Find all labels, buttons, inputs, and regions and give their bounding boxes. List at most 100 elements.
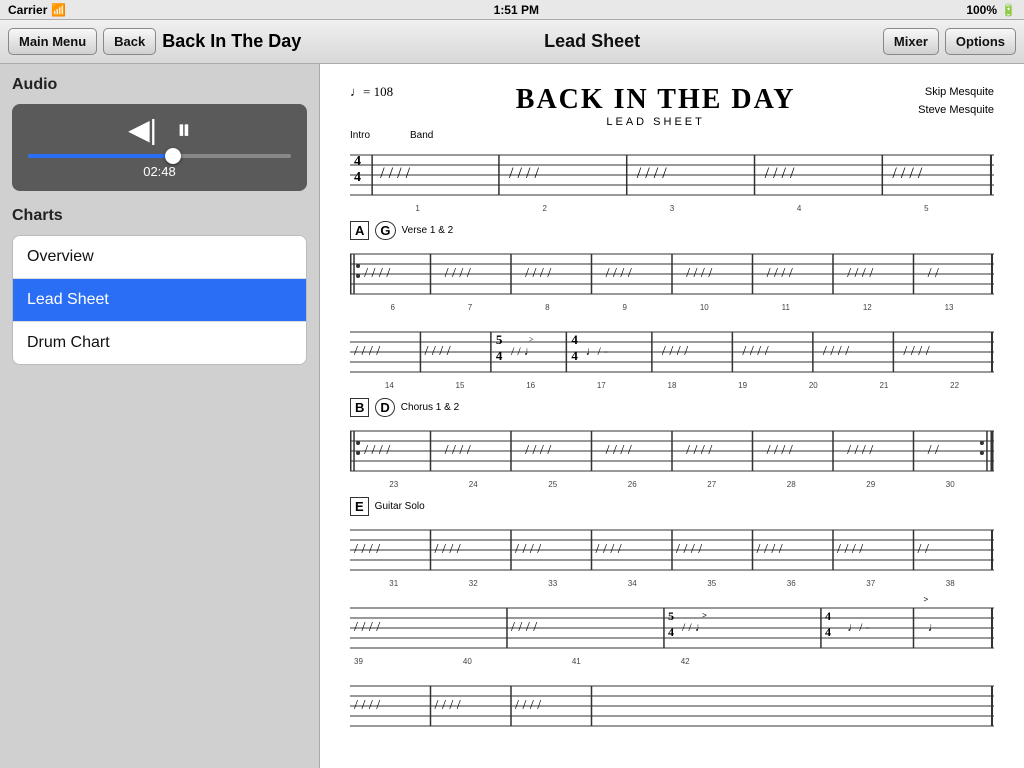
svg-text:/ /: / /	[928, 265, 939, 281]
section-marker-d: D	[375, 398, 394, 417]
music-section-bridge2: 5 4 4 4 / / / / / / / / / / ♩ > ♩/ - ♩ >	[350, 596, 994, 666]
sheet-tempo: ♩= 108	[350, 84, 393, 100]
staff-verse: / / / / / / / / / / / / / / / / / / / / …	[350, 242, 994, 297]
svg-text:/ / / /: / / / /	[847, 442, 873, 458]
status-time: 1:51 PM	[494, 3, 539, 17]
svg-text:5: 5	[668, 609, 674, 623]
section-marker-e: E	[350, 497, 369, 516]
section-marker-g: G	[375, 221, 395, 240]
svg-text:4: 4	[825, 609, 831, 623]
svg-text:/ / / /: / / / /	[445, 442, 471, 458]
nav-right: Mixer Options	[883, 28, 1016, 55]
slider-thumb	[165, 148, 181, 164]
status-bar: Carrier 📶 1:51 PM 100% 🔋	[0, 0, 1024, 20]
sheet-main-title: BACK IN THE DAY	[393, 84, 918, 116]
svg-text:/ / / /: / / / /	[354, 343, 380, 359]
svg-text:>: >	[529, 335, 534, 344]
svg-text:/ / / /: / / / /	[662, 343, 688, 359]
svg-text:♩/ -: ♩/ -	[847, 620, 869, 634]
svg-text:/ / / /: / / / /	[823, 343, 849, 359]
chorus-label: Chorus 1 & 2	[401, 402, 459, 413]
bar-numbers-bridge2: 39404142	[350, 657, 994, 666]
player-time: 02:48	[24, 164, 295, 179]
chart-list: Overview Lead Sheet Drum Chart	[12, 235, 307, 365]
player-controls: ◀︎| ⏸	[24, 116, 295, 144]
composer1: Skip Mesquite	[918, 84, 994, 102]
carrier-text: Carrier	[8, 3, 47, 17]
music-section-bridge: 5 4 4 4 / / / / / / / / / / ♩ > ♩/ - /	[350, 320, 994, 390]
svg-text:/ / / /: / / / /	[364, 265, 390, 281]
svg-text:/ / / /: / / / /	[686, 265, 712, 281]
battery-icon: 🔋	[1001, 3, 1016, 17]
staff-bridge2: 5 4 4 4 / / / / / / / / / / ♩ > ♩/ - ♩ >	[350, 596, 994, 651]
svg-text:/ / / /: / / / /	[515, 541, 541, 557]
svg-text:/ / / /: / / / /	[767, 265, 793, 281]
main-menu-button[interactable]: Main Menu	[8, 28, 97, 55]
svg-text:/ / / /: / / / /	[903, 343, 929, 359]
svg-text:/ /: / /	[918, 541, 929, 557]
nav-left: Main Menu Back Back In The Day	[8, 28, 301, 55]
svg-text:/ / / /: / / / /	[847, 265, 873, 281]
chart-item-drum-chart[interactable]: Drum Chart	[13, 322, 306, 364]
svg-text:/ / / /: / / / /	[765, 165, 796, 182]
bar-numbers-guitar-solo: 3132333435363738	[350, 579, 994, 588]
bar-numbers-intro: 12345	[350, 204, 994, 213]
verse-label: Verse 1 & 2	[402, 225, 454, 236]
svg-text:/ / / /: / / / /	[525, 265, 551, 281]
svg-text:/ / / /: / / / /	[509, 165, 540, 182]
svg-text:4: 4	[571, 348, 578, 363]
svg-text:5: 5	[496, 332, 503, 347]
pause-button[interactable]: ⏸	[177, 116, 191, 144]
seek-slider-area[interactable]	[24, 154, 295, 158]
composer2: Steve Mesquite	[918, 102, 994, 120]
svg-text:/ / / /: / / / /	[837, 541, 863, 557]
battery-area: 100% 🔋	[966, 3, 1016, 17]
svg-text:/ / / /: / / / /	[354, 697, 380, 713]
svg-text:♩: ♩	[928, 620, 940, 634]
svg-text:/ / / /: / / / /	[637, 165, 668, 182]
chart-item-lead-sheet[interactable]: Lead Sheet	[13, 279, 306, 322]
section-marker-a: A	[350, 221, 369, 240]
svg-text:4: 4	[496, 348, 503, 363]
wifi-icon: 📶	[51, 3, 66, 17]
rewind-button[interactable]: ◀︎|	[128, 116, 157, 144]
svg-text:/ / / /: / / / /	[445, 265, 471, 281]
nav-title-left: Back In The Day	[162, 31, 301, 52]
charts-section-title: Charts	[12, 207, 307, 225]
svg-text:4: 4	[354, 169, 361, 185]
svg-text:/ / / /: / / / /	[525, 442, 551, 458]
svg-text:/ / ♩: / / ♩	[682, 620, 707, 634]
audio-player: ◀︎| ⏸ 02:48	[12, 104, 307, 191]
slider-track	[28, 154, 291, 158]
svg-text:♩/ -: ♩/ -	[585, 344, 607, 358]
chart-item-overview[interactable]: Overview	[13, 236, 306, 279]
staff-guitar-solo: / / / / / / / / / / / / / / / / / / / / …	[350, 518, 994, 573]
staff-chorus: / / / / / / / / / / / / / / / / / / / / …	[350, 419, 994, 474]
svg-text:/ / / /: / / / /	[354, 541, 380, 557]
carrier-signal: Carrier 📶	[8, 3, 66, 17]
svg-text:>: >	[924, 596, 929, 604]
sheet-music-panel: ♩= 108 BACK IN THE DAY LEAD SHEET Skip M…	[320, 64, 1024, 768]
back-button[interactable]: Back	[103, 28, 156, 55]
svg-text:/ / / /: / / / /	[511, 619, 537, 635]
music-section-guitar-solo: E Guitar Solo / / / / / / / / / / / /	[350, 497, 994, 588]
music-section-last: / / / / / / / / / / / /	[350, 674, 994, 734]
bar-numbers-verse: 678910111213	[350, 303, 994, 312]
music-section-chorus: B D Chorus 1 & 2	[350, 398, 994, 489]
options-button[interactable]: Options	[945, 28, 1016, 55]
intro-label: Intro	[350, 130, 370, 141]
svg-text:/ / / /: / / / /	[606, 442, 632, 458]
mixer-button[interactable]: Mixer	[883, 28, 939, 55]
nav-bar: Main Menu Back Back In The Day Lead Shee…	[0, 20, 1024, 64]
nav-center-title: Lead Sheet	[301, 31, 883, 52]
staff-intro: 4 4 / / / / / / / /	[350, 143, 994, 198]
svg-text:/ / / /: / / / /	[767, 442, 793, 458]
svg-text:/ / / /: / / / /	[354, 619, 380, 635]
left-panel: Audio ◀︎| ⏸ 02:48 Charts Overview Lead S…	[0, 64, 320, 768]
battery-percent: 100%	[966, 3, 997, 17]
svg-text:/ / / /: / / / /	[606, 265, 632, 281]
audio-section-title: Audio	[12, 76, 307, 94]
svg-text:/ / / /: / / / /	[686, 442, 712, 458]
slider-fill	[28, 154, 173, 158]
band-label: Band	[410, 130, 433, 141]
